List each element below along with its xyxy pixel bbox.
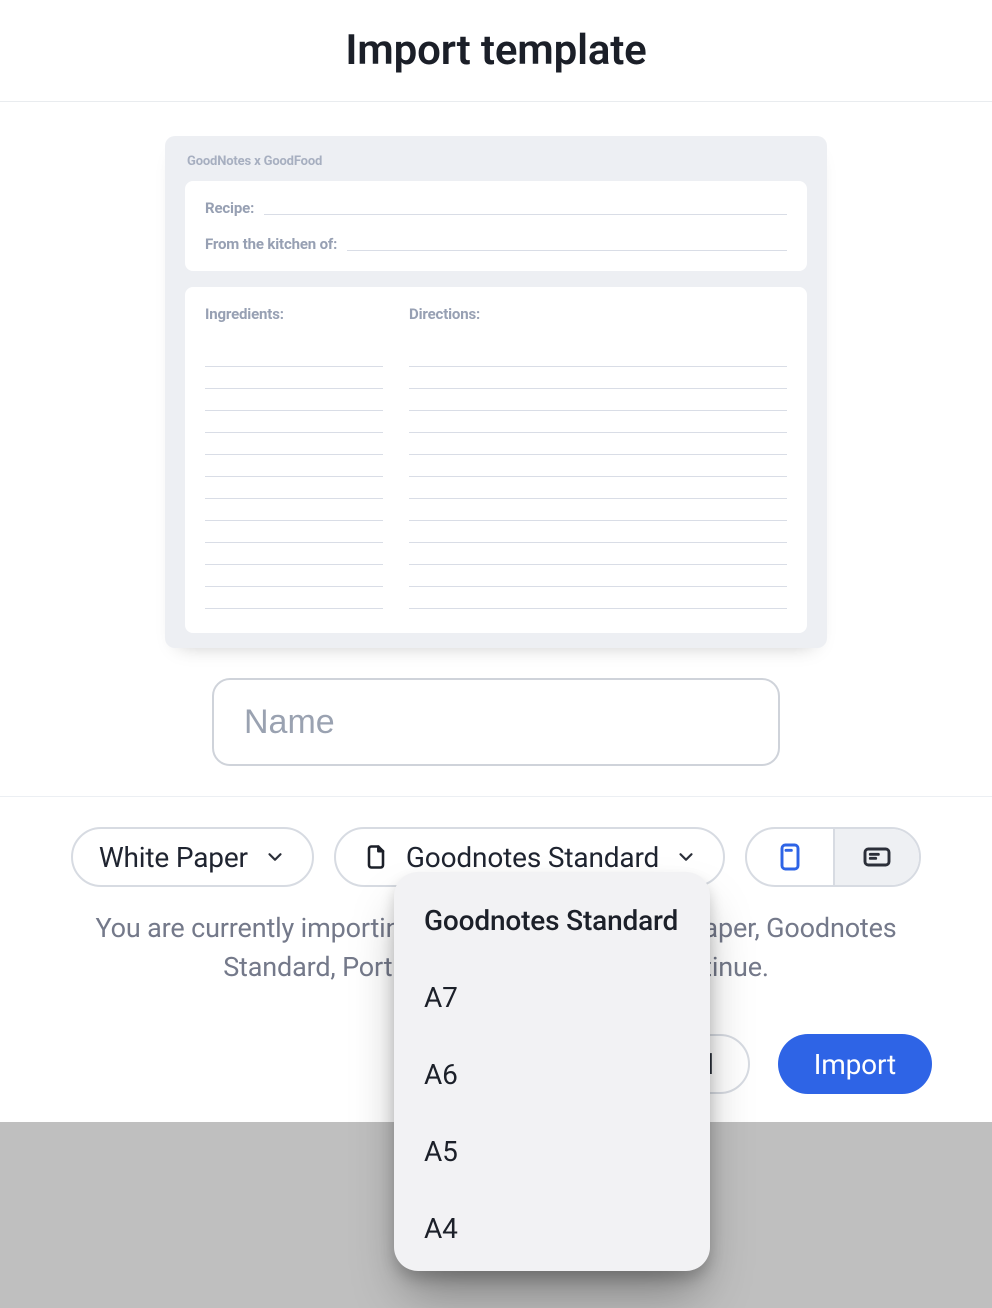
rule-line: [347, 250, 787, 251]
directions-lines: [409, 345, 787, 609]
paper-color-label: White Paper: [99, 841, 248, 874]
orientation-portrait-button[interactable]: [747, 829, 833, 885]
paper-color-selector[interactable]: White Paper: [71, 827, 314, 887]
template-body-card: Ingredients: Directions:: [185, 287, 807, 633]
page-icon: [362, 843, 390, 871]
size-option-a4[interactable]: A4: [394, 1190, 710, 1267]
orientation-landscape-button[interactable]: [833, 829, 919, 885]
sheet-header: Import template: [0, 0, 992, 102]
directions-label: Directions:: [409, 305, 787, 323]
ingredients-label: Ingredients:: [205, 305, 383, 323]
orientation-selector: [745, 827, 921, 887]
chevron-down-icon: [264, 846, 286, 868]
template-brand: GoodNotes x GoodFood: [187, 154, 807, 169]
import-button[interactable]: Import: [778, 1034, 932, 1094]
kitchen-label: From the kitchen of:: [205, 235, 337, 253]
template-header-card: Recipe: From the kitchen of:: [185, 181, 807, 271]
chevron-down-icon: [675, 846, 697, 868]
template-name-input[interactable]: [212, 678, 780, 766]
rule-line: [264, 214, 787, 215]
size-option-a7[interactable]: A7: [394, 959, 710, 1036]
sheet-title: Import template: [345, 26, 646, 75]
size-option-a5[interactable]: A5: [394, 1113, 710, 1190]
ingredients-lines: [205, 345, 383, 609]
size-option-goodnotes-standard[interactable]: Goodnotes Standard: [394, 882, 710, 959]
paper-size-dropdown: Goodnotes Standard A7 A6 A5 A4: [394, 872, 710, 1271]
recipe-label: Recipe:: [205, 199, 254, 217]
size-option-a6[interactable]: A6: [394, 1036, 710, 1113]
paper-size-label: Goodnotes Standard: [406, 841, 659, 874]
template-preview: GoodNotes x GoodFood Recipe: From the ki…: [0, 102, 992, 648]
